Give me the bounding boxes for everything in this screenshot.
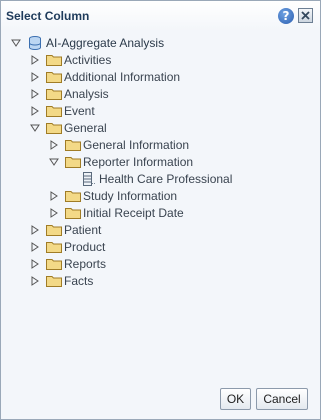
tree-node-patient[interactable]: Patient (30, 221, 101, 238)
tree-node-analysis[interactable]: Analysis (30, 85, 109, 102)
collapsed-triangle-icon[interactable] (49, 190, 59, 201)
help-icon[interactable]: ? (278, 8, 294, 24)
collapsed-triangle-icon[interactable] (49, 139, 59, 150)
tree-node-initial-receipt-date[interactable]: Initial Receipt Date (49, 204, 184, 221)
tree-node-health-care-professional[interactable]: Health Care Professional (83, 170, 232, 187)
tree-node-label: Reporter Information (83, 154, 194, 169)
tree-node-label: Initial Receipt Date (83, 205, 184, 220)
folder-icon (65, 190, 81, 202)
folder-icon (65, 156, 81, 168)
collapsed-triangle-icon[interactable] (30, 88, 40, 99)
collapsed-triangle-icon[interactable] (30, 54, 40, 65)
folder-icon (46, 88, 62, 100)
tree-node-root[interactable]: AI-Aggregate Analysis (11, 34, 164, 51)
folder-icon (46, 122, 62, 134)
folder-icon (46, 258, 62, 270)
collapsed-triangle-icon[interactable] (30, 71, 40, 82)
tree-node-label: General (64, 120, 107, 135)
tree-node-facts[interactable]: Facts (30, 272, 93, 289)
collapsed-triangle-icon[interactable] (30, 275, 40, 286)
dialog-title: Select Column (6, 9, 90, 23)
tree-node-activities[interactable]: Activities (30, 51, 111, 68)
tree-node-additional-information[interactable]: Additional Information (30, 68, 180, 85)
ok-button[interactable]: OK (220, 388, 251, 410)
tree-node-reporter-information[interactable]: Reporter Information (49, 153, 193, 170)
collapsed-triangle-icon[interactable] (30, 105, 40, 116)
folder-icon (65, 207, 81, 219)
tree-node-study-information[interactable]: Study Information (49, 187, 177, 204)
column-icon (83, 171, 95, 186)
tree-node-event[interactable]: Event (30, 102, 95, 119)
column-tree: AI-Aggregate Analysis Activities Additio… (1, 33, 320, 379)
tree-node-product[interactable]: Product (30, 238, 105, 255)
cancel-button[interactable]: Cancel (256, 388, 308, 410)
expanded-triangle-icon[interactable] (30, 123, 40, 133)
collapsed-triangle-icon[interactable] (30, 258, 40, 269)
tree-node-reports[interactable]: Reports (30, 255, 106, 272)
tree-node-general-information[interactable]: General Information (49, 136, 189, 153)
tree-node-label: Product (64, 239, 106, 254)
tree-node-label: Reports (64, 256, 107, 271)
tree-node-label: Study Information (83, 188, 178, 203)
folder-icon (65, 139, 81, 151)
folder-icon (46, 105, 62, 117)
folder-icon (46, 54, 62, 66)
tree-node-label: AI-Aggregate Analysis (46, 35, 165, 50)
folder-icon (46, 224, 62, 236)
collapsed-triangle-icon[interactable] (49, 207, 59, 218)
tree-node-label: Health Care Professional (99, 171, 233, 186)
collapsed-triangle-icon[interactable] (30, 224, 40, 235)
expanded-triangle-icon[interactable] (11, 38, 21, 48)
tree-node-label: Activities (64, 52, 112, 67)
tree-node-label: General Information (83, 137, 190, 152)
tree-node-general[interactable]: General (30, 119, 107, 136)
tree-node-label: Patient (64, 222, 102, 237)
select-column-dialog: Select Column ? AI-Aggregate Analysis Ac… (0, 0, 321, 420)
subject-area-icon (29, 35, 41, 50)
folder-icon (46, 275, 62, 287)
tree-node-label: Additional Information (64, 69, 181, 84)
folder-icon (46, 71, 62, 83)
close-icon[interactable] (298, 8, 313, 23)
tree-node-label: Analysis (64, 86, 109, 101)
folder-icon (46, 241, 62, 253)
tree-node-label: Event (64, 103, 95, 118)
expanded-triangle-icon[interactable] (49, 157, 59, 167)
collapsed-triangle-icon[interactable] (30, 241, 40, 252)
tree-node-label: Facts (64, 273, 94, 288)
